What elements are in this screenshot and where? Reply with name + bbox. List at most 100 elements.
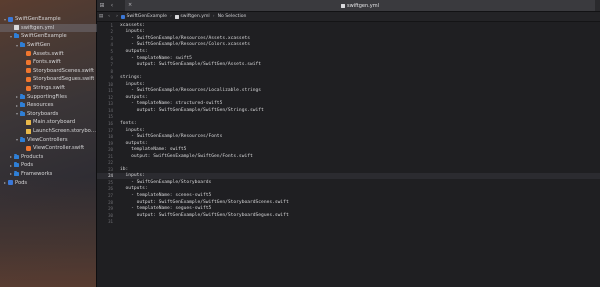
swift-file-icon [26, 76, 31, 82]
storyboard-file-icon [26, 119, 31, 125]
line-number: 31 [108, 219, 113, 225]
yml-file-icon [174, 14, 179, 19]
code-text: inputs: [120, 81, 145, 87]
line-number: 24 [108, 173, 113, 179]
navigator-item-label: LaunchScreen.storyboard [33, 128, 97, 135]
navigator-item[interactable]: ▸ Resources [0, 101, 97, 110]
tab-bar: ⊞ ‹ × swiftgen.yml [97, 0, 600, 12]
breadcrumb-project[interactable]: SwiftGenExample [121, 14, 167, 19]
navigator-item[interactable]: ▸ Frameworks [0, 170, 97, 179]
line-number: 23 [108, 166, 113, 172]
folder-icon [14, 162, 19, 168]
code-text: - templateName: segues-swift5 [120, 206, 212, 212]
navigator-item-label: Main.storyboard [33, 119, 76, 126]
back-icon[interactable]: ‹ [105, 14, 113, 19]
code-text: ib: [120, 166, 129, 172]
project-navigator[interactable]: ▾ SwiftGenExample swiftgen.yml ▾ SwiftGenExa… [0, 0, 97, 287]
navigator-item[interactable]: ViewController.swift [0, 144, 97, 153]
navigator-item-label: SwiftGen [27, 42, 51, 49]
breadcrumb-separator: › [170, 14, 172, 19]
code-text: inputs: [120, 127, 145, 133]
navigator-item-label: SupportingFiles [27, 93, 67, 100]
breadcrumb-selection[interactable]: No Selection [218, 14, 247, 19]
code-text: output: SwiftGenExample/SwiftGen/Storybo… [120, 199, 289, 205]
close-icon[interactable]: × [128, 0, 132, 11]
swift-file-icon [26, 68, 31, 74]
navigator-item[interactable]: Strings.swift [0, 84, 97, 93]
code-text: outputs: [120, 186, 148, 192]
swift-file-icon [26, 85, 31, 91]
line-number: 16 [108, 120, 113, 126]
line-number: 5 [110, 48, 113, 54]
line-number: 13 [108, 101, 113, 107]
editor-area: ⊞ ‹ × swiftgen.yml ▤ ‹ › SwiftGenExample… [97, 0, 600, 287]
navigator-item-label: StoryboardSegues.swift [33, 76, 95, 83]
folder-icon [14, 170, 19, 176]
forward-icon[interactable]: › [113, 14, 121, 19]
navigator-item-label: Strings.swift [33, 85, 65, 92]
breadcrumb-label: No Selection [217, 14, 247, 19]
navigator-item-label: swiftgen.yml [21, 24, 55, 31]
folder-icon [20, 93, 25, 99]
navigator-item[interactable]: swiftgen.yml [0, 23, 97, 33]
tab-label: swiftgen.yml [347, 2, 379, 9]
line-number: 3 [110, 35, 113, 41]
code-text: - templateName: structured-swift5 [120, 101, 223, 107]
navigator-item[interactable]: ▾ SwiftGenExample [0, 15, 97, 24]
back-icon[interactable]: ‹ [107, 0, 117, 11]
breadcrumb-label: SwiftGenExample [126, 14, 168, 19]
code-editor[interactable]: 1 xcassets: 2 inputs: 3 - SwiftGenExample/R… [97, 22, 600, 287]
navigator-item-label: Assets.swift [33, 50, 64, 57]
navigator-item[interactable]: ▸ SupportingFiles [0, 92, 97, 101]
navigator-item-label: Storyboards [27, 110, 59, 117]
navigator-item[interactable]: Main.storyboard [0, 118, 97, 127]
navigator-item-label: SwiftGenExample [21, 33, 67, 40]
tab-swiftgen-yml[interactable]: × swiftgen.yml [125, 0, 595, 11]
breadcrumb-file[interactable]: swiftgen.yml [174, 14, 210, 19]
line-number: 17 [108, 127, 113, 133]
folder-icon [14, 33, 19, 39]
navigator-item[interactable]: Assets.swift [0, 49, 97, 58]
code-text: xcassets: [120, 22, 145, 28]
navigator-item[interactable]: ▾ Storyboards [0, 110, 97, 119]
line-number: 4 [110, 42, 113, 48]
code-line[interactable]: 31 [97, 218, 600, 225]
line-number: 8 [110, 68, 113, 74]
navigator-item-label: ViewController.swift [33, 145, 85, 152]
navigator-item[interactable]: StoryboardScenes.swift [0, 67, 97, 76]
navigator-item[interactable]: ▸ Pods [0, 178, 97, 187]
navigator-item[interactable]: ▾ SwiftGenExample [0, 32, 97, 41]
line-number: 10 [108, 81, 113, 87]
line-number: 2 [110, 29, 113, 35]
code-text: output: SwiftGenExample/SwiftGen/Storybo… [120, 212, 289, 218]
folder-icon [20, 136, 25, 142]
code-text: templateName: swift5 [120, 147, 187, 153]
navigator-item[interactable]: ▾ SwiftGen [0, 41, 97, 50]
navigator-item-label: Pods [21, 162, 34, 169]
navigator-item[interactable]: Fonts.swift [0, 58, 97, 67]
line-number: 6 [110, 55, 113, 61]
code-text: fonts: [120, 120, 137, 126]
navigator-item[interactable]: StoryboardSegues.swift [0, 75, 97, 84]
navigator-item[interactable]: ▸ Products [0, 153, 97, 162]
navigator-item[interactable]: ▸ Pods [0, 161, 97, 170]
navigator-item[interactable]: ▾ ViewControllers [0, 135, 97, 144]
grid-icon[interactable]: ⊞ [97, 0, 107, 11]
code-text: output: SwiftGenExample/SwiftGen/Assets.… [120, 62, 262, 68]
code-text: outputs: [120, 94, 148, 100]
folder-icon [14, 153, 19, 159]
project-icon [8, 180, 13, 186]
folder-icon [20, 42, 25, 48]
line-number: 11 [108, 88, 113, 94]
swift-file-icon [26, 51, 31, 57]
project-icon [8, 16, 13, 22]
navigator-item-label: Fonts.swift [33, 59, 61, 66]
yml-file-icon [341, 3, 346, 8]
code-text: outputs: [120, 140, 148, 146]
navigator-item-label: Frameworks [21, 170, 53, 177]
related-items-icon[interactable]: ▤ [97, 14, 105, 19]
line-number: 18 [108, 134, 113, 140]
navigator-item[interactable]: LaunchScreen.storyboard [0, 127, 97, 136]
jump-bar: ▤ ‹ › SwiftGenExample › swiftgen.yml › N… [97, 12, 600, 22]
code-text: strings: [120, 75, 143, 81]
